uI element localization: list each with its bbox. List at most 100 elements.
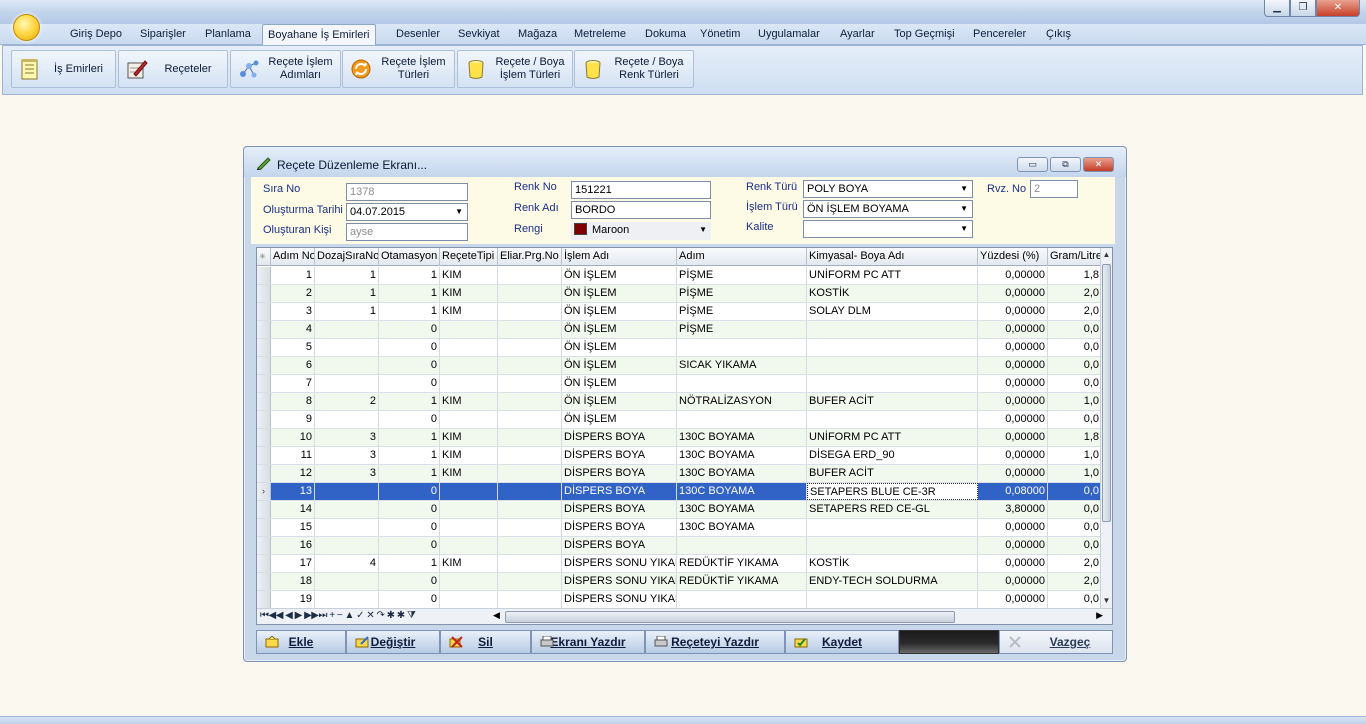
table-cell[interactable]: 4 (271, 321, 315, 338)
table-cell[interactable]: 0,0 (1048, 501, 1102, 518)
table-row[interactable]: 11 3 1 KIM DİSPERS BOYA 130C BOYAMA DİSEGA ERD… (257, 447, 1102, 465)
table-cell[interactable]: 8 (271, 393, 315, 410)
table-cell[interactable]: KIM (440, 555, 498, 572)
column-header[interactable]: Gram/Litre (1048, 248, 1102, 266)
table-cell[interactable]: KIM (440, 303, 498, 320)
row-indicator[interactable] (257, 555, 271, 572)
table-cell[interactable] (498, 285, 562, 302)
menu-magaza[interactable]: Mağaza (518, 24, 557, 45)
table-cell[interactable]: ÖN İŞLEM (562, 339, 677, 356)
table-cell[interactable]: ÖN İŞLEM (562, 267, 677, 284)
table-cell[interactable]: 0 (379, 483, 440, 500)
table-cell[interactable]: 1 (379, 267, 440, 284)
navigator-buttons[interactable]: ⏮◀◀ ◀ ▶ ▶▶⏭ + − ▲ ✓ ✕ ↷ ✱ ✱ ⧩ (260, 610, 416, 621)
column-header[interactable]: Adım (677, 248, 807, 266)
table-cell[interactable]: REDÜKTİF YIKAMA (677, 555, 807, 572)
table-cell[interactable] (315, 483, 379, 500)
kaydet-button[interactable]: Kaydet (785, 630, 899, 654)
table-cell[interactable]: DİSPERS BOYA (562, 483, 677, 500)
table-cell[interactable]: 1 (379, 393, 440, 410)
table-cell[interactable]: DİSPERS SONU YIKAMA (562, 591, 677, 608)
table-cell[interactable]: 1 (379, 303, 440, 320)
table-cell[interactable] (498, 411, 562, 428)
dialog-maximize-button[interactable]: ⧉ (1050, 157, 1081, 172)
column-header[interactable]: İşlem Adı (562, 248, 677, 266)
table-cell[interactable] (315, 339, 379, 356)
row-indicator[interactable] (257, 393, 271, 410)
table-cell[interactable] (315, 321, 379, 338)
table-cell[interactable] (440, 375, 498, 392)
table-cell[interactable]: SETAPERS BLUE CE-3R (807, 483, 978, 500)
table-cell[interactable]: 0,00000 (978, 519, 1048, 536)
table-cell[interactable]: 0,0 (1048, 375, 1102, 392)
table-row[interactable]: 5 0 ÖN İŞLEM 0,00000 0,0 (257, 339, 1102, 357)
column-header[interactable]: Yüzdesi (%) (978, 248, 1048, 266)
table-cell[interactable]: ÖN İŞLEM (562, 285, 677, 302)
menu-top-gecmisi[interactable]: Top Geçmişi (894, 24, 955, 45)
ribbon-receteler-button[interactable]: Reçeteler (118, 50, 228, 88)
row-indicator[interactable] (257, 411, 271, 428)
table-row[interactable]: 8 2 1 KIM ÖN İŞLEM NÖTRALİZASYON BUFER ACİT 0,0… (257, 393, 1102, 411)
olusturan-kisi-field[interactable]: ayse (346, 223, 468, 241)
table-cell[interactable]: 0,00000 (978, 285, 1048, 302)
table-cell[interactable] (807, 375, 978, 392)
menu-siparisler[interactable]: Siparişler (140, 24, 186, 45)
table-cell[interactable] (677, 339, 807, 356)
table-cell[interactable]: 5 (271, 339, 315, 356)
table-cell[interactable]: DİSPERS BOYA (562, 519, 677, 536)
table-cell[interactable] (498, 267, 562, 284)
scroll-up-icon[interactable]: ▲ (1101, 248, 1112, 262)
table-row[interactable]: 3 1 1 KIM ÖN İŞLEM PİŞME SOLAY DLM 0,00000 2,0 (257, 303, 1102, 321)
vertical-scroll-thumb[interactable] (1102, 264, 1111, 522)
islem-turu-select[interactable]: ÖN İŞLEM BOYAMA (803, 200, 973, 218)
table-cell[interactable] (807, 591, 978, 608)
table-cell[interactable]: DİSPERS SONU YIKAMA (562, 555, 677, 572)
table-cell[interactable]: 1 (379, 429, 440, 446)
table-cell[interactable]: 0,00000 (978, 303, 1048, 320)
table-row[interactable]: 18 0 DİSPERS SONU YIKAMAREDÜKTİF YIKAMAEND… (257, 573, 1102, 591)
vertical-scrollbar[interactable]: ▲ ▼ (1100, 248, 1112, 608)
table-cell[interactable]: 3 (315, 447, 379, 464)
column-header[interactable]: Kimyasal- Boya Adı (807, 248, 978, 266)
scroll-right-icon[interactable]: ▶ (1096, 610, 1103, 621)
table-cell[interactable]: 10 (271, 429, 315, 446)
table-cell[interactable]: 1 (379, 447, 440, 464)
table-cell[interactable]: 15 (271, 519, 315, 536)
sira-no-field[interactable]: 1378 (346, 183, 468, 201)
table-row[interactable]: 1741KIM DİSPERS SONU YIKAMAREDÜKTİF YIKAM… (257, 555, 1102, 573)
table-cell[interactable] (315, 411, 379, 428)
table-cell[interactable]: 0,0 (1048, 591, 1102, 608)
table-cell[interactable] (677, 411, 807, 428)
table-row[interactable]: 7 0 ÖN İŞLEM 0,00000 0,0 (257, 375, 1102, 393)
table-cell[interactable]: 3 (315, 429, 379, 446)
table-cell[interactable]: 0,00000 (978, 555, 1048, 572)
table-cell[interactable]: 2,0 (1048, 285, 1102, 302)
menu-metreleme[interactable]: Metreleme (574, 24, 626, 45)
table-cell[interactable] (440, 501, 498, 518)
table-cell[interactable]: ÖN İŞLEM (562, 321, 677, 338)
table-cell[interactable] (498, 483, 562, 500)
rengi-color-picker[interactable]: Maroon (571, 222, 711, 240)
table-cell[interactable] (498, 339, 562, 356)
table-cell[interactable] (498, 447, 562, 464)
table-cell[interactable] (498, 573, 562, 590)
row-indicator[interactable] (257, 501, 271, 518)
table-cell[interactable]: 0,0 (1048, 483, 1102, 500)
table-cell[interactable]: 0,0 (1048, 357, 1102, 374)
table-cell[interactable]: 0,00000 (978, 537, 1048, 554)
table-cell[interactable] (440, 357, 498, 374)
table-cell[interactable]: SICAK YIKAMA (677, 357, 807, 374)
table-cell[interactable] (498, 591, 562, 608)
row-indicator[interactable] (257, 573, 271, 590)
table-cell[interactable]: 0,00000 (978, 321, 1048, 338)
table-cell[interactable]: 130C BOYAMA (677, 465, 807, 482)
table-cell[interactable]: REDÜKTİF YIKAMA (677, 573, 807, 590)
table-cell[interactable]: PİŞME (677, 321, 807, 338)
row-indicator[interactable] (257, 339, 271, 356)
table-cell[interactable]: 1 (379, 285, 440, 302)
table-cell[interactable]: SOLAY DLM (807, 303, 978, 320)
table-cell[interactable]: 0,0 (1048, 321, 1102, 338)
table-row[interactable]: 19 0 DİSPERS SONU YIKAMA 0,000000,0 (257, 591, 1102, 609)
menu-yonetim[interactable]: Yönetim (700, 24, 740, 45)
table-row[interactable]: 6 0 ÖN İŞLEM SICAK YIKAMA 0,00000 0,0 (257, 357, 1102, 375)
